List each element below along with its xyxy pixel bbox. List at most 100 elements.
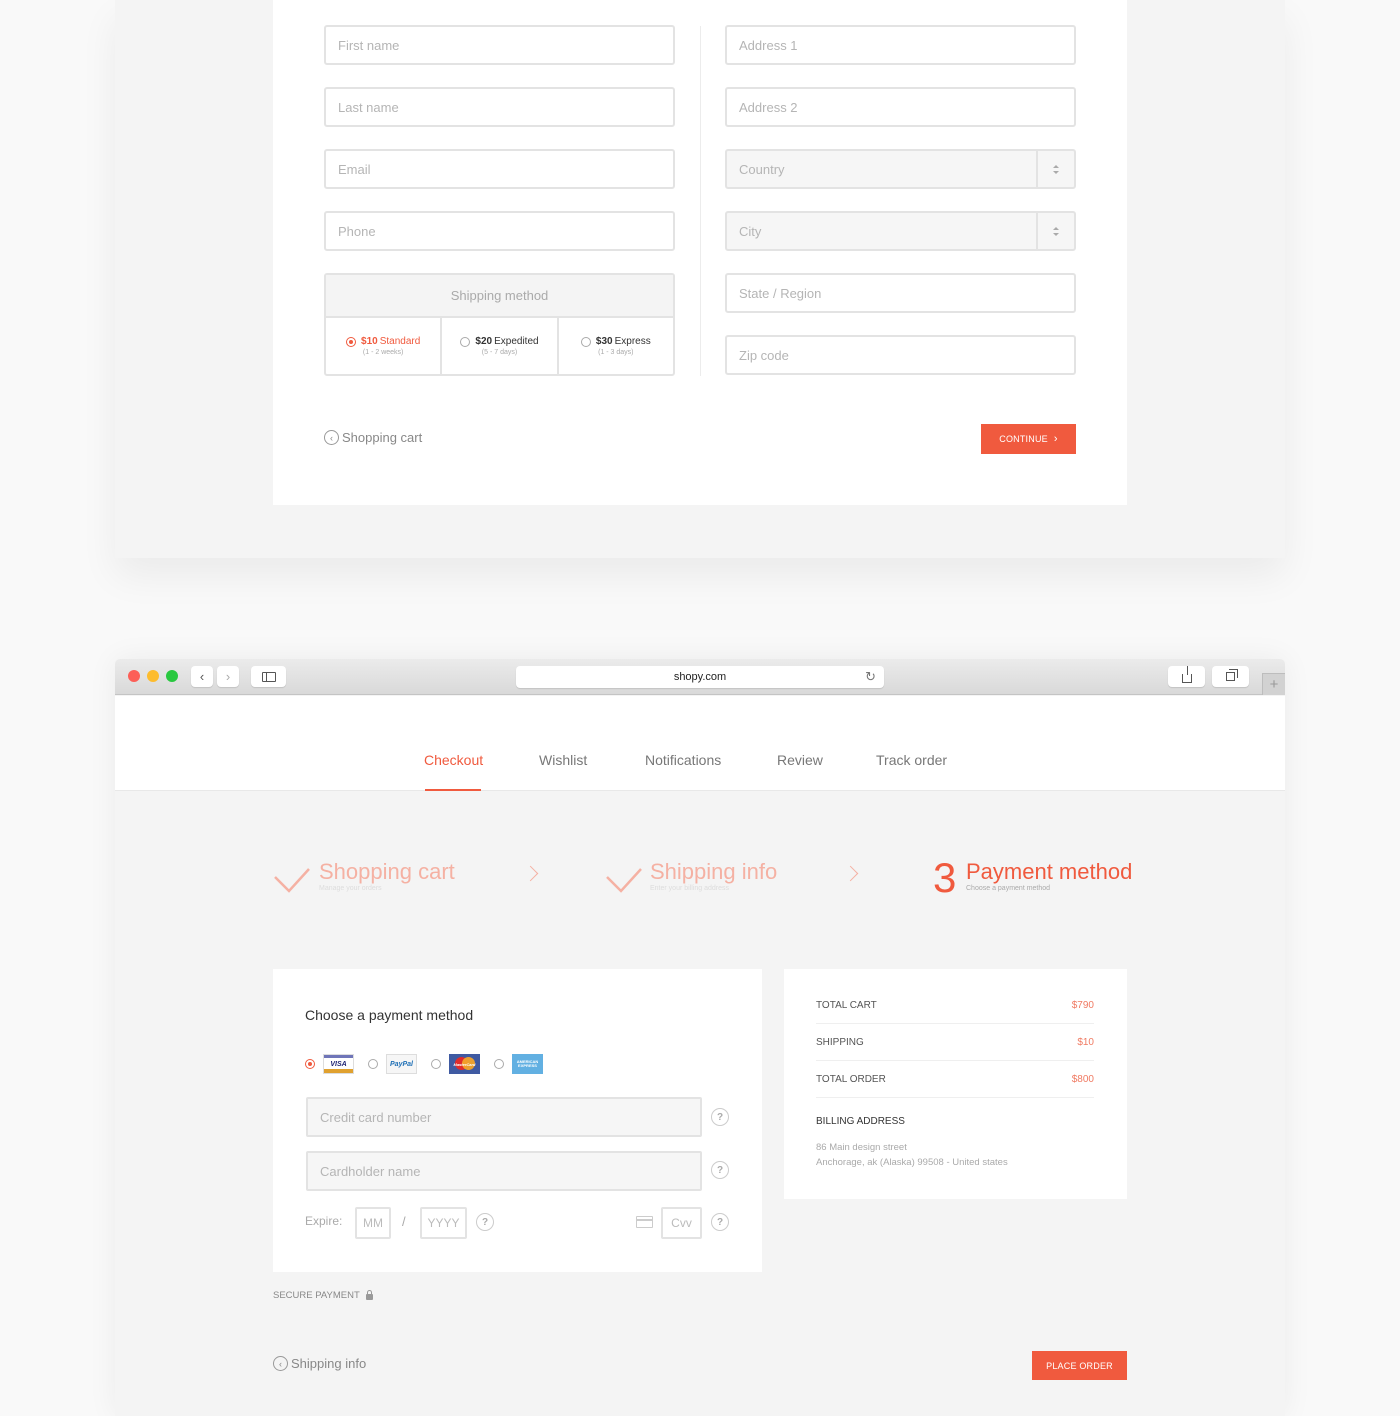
forward-icon[interactable]: › (217, 666, 239, 687)
state-region-input[interactable]: State / Region (725, 273, 1076, 313)
option-name: Expedited (494, 336, 539, 347)
payment-card: Choose a payment method VISA PayPal Mast… (273, 969, 762, 1272)
summary-value: $10 (1077, 1036, 1094, 1048)
radio-icon[interactable] (460, 336, 471, 347)
chevron-right-icon (842, 865, 859, 882)
shipping-method-box: Shipping method $10 Standard (1 - 2 weeks… (324, 273, 675, 376)
secure-payment-label: SECURE PAYMENT (273, 1289, 373, 1301)
shipping-option-expedited[interactable]: $20 Expedited (5 - 7 days) (442, 318, 559, 374)
tab-review[interactable]: Review (777, 752, 823, 768)
summary-row-total-cart: TOTAL CART $790 (816, 987, 1094, 1024)
billing-address-line: 86 Main design street (816, 1142, 907, 1153)
payment-option-amex[interactable]: AMERICAN EXPRESS (494, 1054, 543, 1074)
share-icon[interactable] (1168, 666, 1205, 687)
amex-text: AMERICAN EXPRESS (516, 1058, 539, 1068)
mastercard-text: MasterCard (453, 1061, 476, 1067)
radio-selected-icon[interactable] (305, 1059, 315, 1069)
credit-card-number-input[interactable]: Credit card number (306, 1097, 702, 1137)
email-input[interactable]: Email (324, 149, 675, 189)
main-nav: Checkout Wishlist Notifications Review T… (115, 696, 1285, 791)
step-shopping-cart[interactable]: Shopping cart Manage your orders (319, 859, 455, 892)
last-name-input[interactable]: Last name (324, 87, 675, 127)
step-subtitle: Choose a payment method (966, 885, 1051, 892)
summary-label: TOTAL ORDER (816, 1073, 886, 1085)
city-placeholder: City (739, 223, 762, 239)
zip-code-input[interactable]: Zip code (725, 335, 1076, 375)
select-arrows-icon (1036, 213, 1074, 249)
shipping-option-express[interactable]: $30 Express (1 - 3 days) (559, 318, 673, 374)
checkmark-icon (274, 868, 310, 893)
month-placeholder: MM (363, 1216, 383, 1230)
expiry-month-input[interactable]: MM (355, 1207, 391, 1239)
reload-icon[interactable]: ↻ (865, 669, 876, 685)
country-placeholder: Country (739, 161, 785, 177)
address2-input[interactable]: Address 2 (725, 87, 1076, 127)
year-placeholder: YYYY (427, 1216, 460, 1230)
address-bar[interactable]: shopy.com ↻ (516, 666, 884, 688)
phone-input[interactable]: Phone (324, 211, 675, 251)
sidebar-icon[interactable] (251, 666, 286, 687)
url-text: shopy.com (673, 671, 727, 683)
help-icon[interactable]: ? (711, 1161, 729, 1179)
tab-checkout[interactable]: Checkout (424, 752, 483, 768)
option-duration: (1 - 3 days) (598, 349, 634, 356)
lock-icon (365, 1289, 373, 1300)
close-dot[interactable] (128, 670, 140, 682)
continue-button[interactable]: CONTINUE › (981, 424, 1076, 454)
address2-placeholder: Address 2 (739, 99, 798, 115)
credit-card-icon (636, 1216, 653, 1228)
country-select[interactable]: Country (725, 149, 1076, 189)
expiry-year-input[interactable]: YYYY (420, 1207, 467, 1239)
option-price: $10 (361, 336, 378, 347)
back-to-shopping-cart-link[interactable]: ‹ Shopping cart (324, 430, 422, 445)
place-order-button[interactable]: PLACE ORDER (1032, 1351, 1127, 1380)
step-subtitle: Manage your orders (319, 885, 382, 892)
column-divider (700, 26, 701, 376)
new-tab-icon[interactable]: + (1262, 673, 1285, 695)
help-icon[interactable]: ? (711, 1213, 729, 1231)
radio-icon[interactable] (494, 1059, 504, 1069)
tab-notifications[interactable]: Notifications (645, 752, 721, 768)
back-to-shipping-info-link[interactable]: ‹ Shipping info (273, 1356, 366, 1371)
step-title: Shopping cart (319, 859, 455, 884)
chevron-right-icon (522, 865, 539, 882)
first-name-placeholder: First name (338, 37, 400, 53)
email-placeholder: Email (338, 161, 371, 177)
maximize-dot[interactable] (166, 670, 178, 682)
step-payment-method[interactable]: Payment method Choose a payment method (966, 859, 1132, 892)
step-shipping-info[interactable]: Shipping info Enter your billing address (650, 859, 777, 892)
address1-input[interactable]: Address 1 (725, 25, 1076, 65)
date-separator: / (402, 1214, 406, 1229)
radio-icon[interactable] (580, 336, 591, 347)
radio-icon[interactable] (431, 1059, 441, 1069)
city-select[interactable]: City (725, 211, 1076, 251)
minimize-dot[interactable] (147, 670, 159, 682)
billing-address-title: BILLING ADDRESS (816, 1116, 905, 1127)
cardholder-name-input[interactable]: Cardholder name (306, 1151, 702, 1191)
radio-selected-icon[interactable] (346, 336, 357, 347)
radio-icon[interactable] (368, 1059, 378, 1069)
option-price: $20 (475, 336, 493, 347)
amex-logo-icon: AMERICAN EXPRESS (512, 1054, 543, 1074)
payment-option-visa[interactable]: VISA (305, 1054, 354, 1074)
step-title: Payment method (966, 859, 1133, 884)
tab-wishlist[interactable]: Wishlist (539, 752, 587, 768)
help-icon[interactable]: ? (476, 1213, 494, 1231)
continue-label: CONTINUE (999, 434, 1048, 444)
payment-option-paypal[interactable]: PayPal (368, 1054, 417, 1074)
browser-toolbar: ‹ › shopy.com ↻ + (115, 659, 1285, 695)
phone-placeholder: Phone (338, 223, 376, 239)
back-icon[interactable]: ‹ (191, 666, 213, 687)
visa-logo-icon: VISA (323, 1054, 354, 1074)
cvv-input[interactable]: Cvv (661, 1207, 702, 1239)
card-number-placeholder: Credit card number (320, 1109, 432, 1125)
summary-label: TOTAL CART (816, 999, 877, 1011)
tab-track-order[interactable]: Track order (876, 752, 947, 768)
shipping-option-standard[interactable]: $10 Standard (1 - 2 weeks) (326, 318, 443, 374)
payment-option-mastercard[interactable]: MasterCard (431, 1054, 480, 1074)
first-name-input[interactable]: First name (324, 25, 675, 65)
tabs-icon[interactable] (1212, 666, 1249, 687)
help-icon[interactable]: ? (711, 1108, 729, 1126)
back-link-label: Shipping info (291, 1356, 367, 1371)
chevron-right-icon: › (1053, 433, 1058, 445)
